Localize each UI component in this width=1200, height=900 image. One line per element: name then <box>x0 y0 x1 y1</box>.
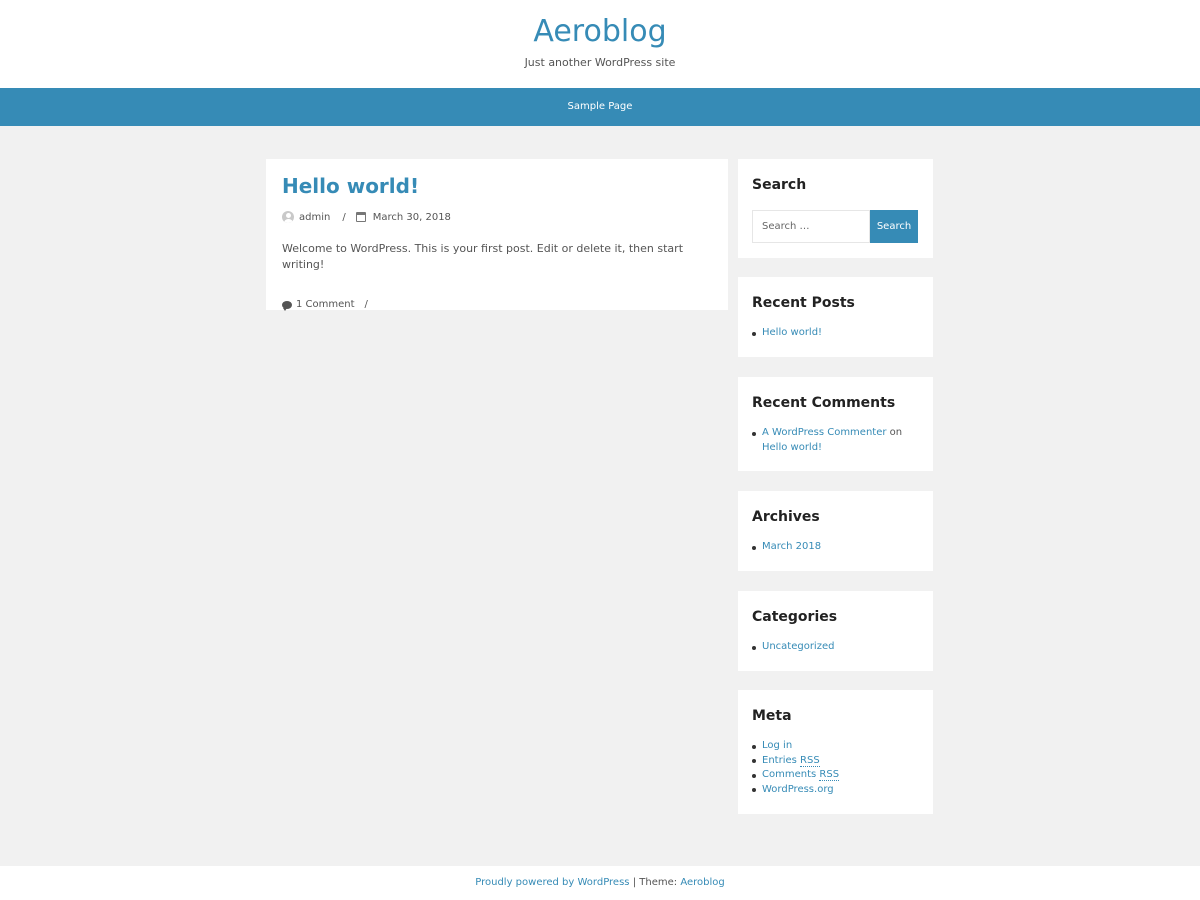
comment-post-link[interactable]: Hello world! <box>762 442 822 453</box>
archive-link[interactable]: March 2018 <box>762 541 821 552</box>
entries-rss-prefix: Entries <box>762 754 797 766</box>
widget-recent-posts: Recent Posts Hello world! <box>738 277 933 357</box>
entries-rss-link[interactable]: Entries RSS <box>762 754 820 767</box>
widget-recent-comments: Recent Comments A WordPress Commenter on… <box>738 377 933 471</box>
footer-separator: / <box>364 299 368 310</box>
rss-abbr: RSS <box>819 769 840 781</box>
list-item: Entries RSS <box>752 754 919 769</box>
comment-connector: on <box>889 427 903 438</box>
post-meta: admin / March 30, 2018 <box>282 209 712 225</box>
widget-categories: Categories Uncategorized <box>738 591 933 671</box>
list-item: Comments RSS <box>752 768 919 783</box>
nav-item-sample-page[interactable]: Sample Page <box>568 88 633 126</box>
site-title-link[interactable]: Aeroblog <box>0 14 1200 49</box>
comment-icon <box>282 300 292 311</box>
powered-by-link[interactable]: Proudly powered by WordPress <box>475 877 629 888</box>
wordpress-org-link[interactable]: WordPress.org <box>762 784 834 795</box>
post-author-link[interactable]: admin <box>299 212 330 223</box>
footer-separator: | <box>632 877 637 888</box>
recent-post-link[interactable]: Hello world! <box>762 327 822 338</box>
search-form: Search <box>752 210 919 243</box>
widget-title-categories: Categories <box>752 609 838 625</box>
widget-title-meta: Meta <box>752 708 792 724</box>
theme-link[interactable]: Aeroblog <box>680 877 724 888</box>
site-header: Aeroblog Just another WordPress site <box>0 0 1200 88</box>
recent-posts-list: Hello world! <box>752 326 919 341</box>
list-item: Hello world! <box>752 326 919 341</box>
comments-rss-prefix: Comments <box>762 769 817 780</box>
site-footer: Proudly powered by WordPress | Theme: Ae… <box>0 866 1200 900</box>
list-item: March 2018 <box>752 540 919 555</box>
log-in-link[interactable]: Log in <box>762 740 792 751</box>
archives-list: March 2018 <box>752 540 919 555</box>
list-item: A WordPress Commenter on Hello world! <box>752 426 919 455</box>
widget-meta: Meta Log in Entries RSS Comments RSS Wor… <box>738 690 933 814</box>
category-link[interactable]: Uncategorized <box>762 641 834 652</box>
post-footer: 1 Comment / <box>282 299 712 311</box>
comments-rss-link[interactable]: Comments RSS <box>762 769 840 781</box>
post-excerpt: Welcome to WordPress. This is your first… <box>282 242 684 271</box>
post-title-link[interactable]: Hello world! <box>282 173 712 199</box>
post-date-link[interactable]: March 30, 2018 <box>373 212 451 223</box>
list-item: Uncategorized <box>752 640 919 655</box>
widget-title-recent-comments: Recent Comments <box>752 395 896 411</box>
rss-abbr: RSS <box>800 754 820 767</box>
meta-list: Log in Entries RSS Comments RSS WordPres… <box>752 739 919 797</box>
search-button[interactable]: Search <box>870 210 918 243</box>
widget-title-search: Search <box>752 177 807 193</box>
theme-label: Theme: <box>639 877 678 888</box>
list-item: WordPress.org <box>752 783 919 798</box>
comment-author-link[interactable]: A WordPress Commenter <box>762 427 886 438</box>
widget-search: Search Search <box>738 159 933 258</box>
recent-comments-list: A WordPress Commenter on Hello world! <box>752 426 919 455</box>
widget-title-archives: Archives <box>752 509 820 525</box>
meta-separator: / <box>342 211 346 223</box>
list-item: Log in <box>752 739 919 754</box>
widget-archives: Archives March 2018 <box>738 491 933 571</box>
avatar-icon <box>282 211 294 223</box>
calendar-icon <box>355 212 366 222</box>
categories-list: Uncategorized <box>752 640 919 655</box>
post-card: Hello world! admin / March 30, 2018 Welc… <box>266 159 728 311</box>
widget-title-recent-posts: Recent Posts <box>752 295 855 311</box>
post-comments-link[interactable]: 1 Comment <box>296 299 355 310</box>
site-description: Just another WordPress site <box>524 56 676 69</box>
main-navigation: Sample Page <box>0 88 1200 126</box>
search-input[interactable] <box>752 210 870 243</box>
